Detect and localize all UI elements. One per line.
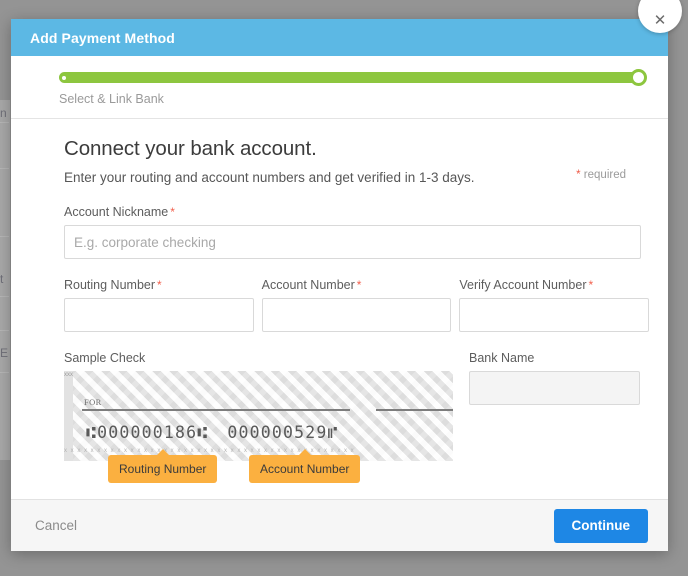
- required-asterisk: *: [170, 205, 175, 219]
- verify-account-number-label: Verify Account Number *: [459, 278, 649, 292]
- check-memo-line: [82, 409, 350, 411]
- check-bottom-marks: x x x x x x x x x x x x x x x x x x x x …: [64, 448, 355, 454]
- background-text-fragment: E: [0, 346, 9, 360]
- account-number-group: Account Number *: [261, 278, 452, 332]
- account-number-label: Account Number *: [262, 278, 452, 292]
- check-for-label: FOR: [84, 397, 102, 407]
- account-nickname-label: Account Nickname *: [64, 205, 641, 219]
- continue-button[interactable]: Continue: [553, 508, 648, 543]
- required-asterisk: *: [356, 278, 362, 292]
- check-and-bank-section: Sample Check xxxxxxxxxxxx FOR ⑆000000186…: [64, 351, 640, 483]
- micr-gap: [208, 423, 227, 442]
- check-signature-line: [376, 409, 453, 411]
- routing-number-callout: Routing Number: [108, 449, 218, 483]
- account-nickname-label-text: Account Nickname: [64, 205, 169, 219]
- bank-name-label: Bank Name: [469, 351, 535, 365]
- sample-check-label: Sample Check: [64, 351, 146, 365]
- close-icon: ✕: [653, 12, 667, 29]
- account-nickname-input[interactable]: [64, 225, 641, 259]
- bank-numbers-row: Routing Number * Account Number * Verify A…: [64, 278, 650, 332]
- required-asterisk: *: [588, 278, 594, 292]
- bank-name-group: Bank Name: [469, 351, 640, 405]
- add-payment-method-modal: ✕ Add Payment Method Select & Link Bank …: [11, 0, 682, 551]
- micr-routing-number: ⑆000000186⑆: [86, 423, 209, 442]
- account-number-input[interactable]: [261, 298, 452, 332]
- sample-check-group: Sample Check xxxxxxxxxxxx FOR ⑆000000186…: [64, 351, 453, 483]
- background-text-fragment: n: [0, 106, 7, 120]
- modal-body: Connect your bank account. Enter your ro…: [11, 119, 668, 499]
- background-divider: [0, 236, 9, 237]
- progress-area: Select & Link Bank: [11, 56, 668, 119]
- routing-number-label: Routing Number *: [64, 278, 254, 292]
- micr-account-number: 000000529⑈: [227, 423, 339, 442]
- background-divider: [0, 372, 9, 373]
- cancel-button[interactable]: Cancel: [35, 518, 77, 533]
- progress-bar[interactable]: [59, 69, 647, 86]
- routing-number-group: Routing Number *: [64, 278, 254, 332]
- modal-title: Add Payment Method: [30, 29, 175, 46]
- routing-number-input[interactable]: [64, 298, 254, 332]
- progress-knob[interactable]: [630, 69, 647, 86]
- background-divider: [0, 330, 9, 331]
- routing-number-label-text: Routing Number: [64, 278, 156, 292]
- verify-account-number-group: Verify Account Number *: [459, 278, 650, 332]
- modal-footer: Cancel Continue: [11, 499, 668, 551]
- account-nickname-group: Account Nickname *: [64, 205, 641, 259]
- background-divider: [0, 168, 9, 169]
- progress-step-label: Select & Link Bank: [59, 92, 164, 106]
- progress-start-dot: [62, 75, 66, 80]
- modal-header: Add Payment Method: [11, 19, 668, 56]
- account-number-label-text: Account Number: [261, 278, 355, 292]
- verify-account-number-label-text: Verify Account Number: [459, 278, 587, 292]
- progress-bar-fill: [59, 72, 644, 83]
- account-number-callout: Account Number: [249, 449, 361, 483]
- required-asterisk: *: [576, 169, 581, 181]
- page-subtitle: Enter your routing and account numbers a…: [64, 170, 475, 185]
- bank-name-input[interactable]: [469, 371, 640, 405]
- background-divider: [0, 296, 9, 297]
- required-note: * required: [576, 169, 626, 181]
- background-divider: [0, 122, 9, 123]
- verify-account-number-input[interactable]: [459, 298, 650, 332]
- headline-row: Connect your bank account. Enter your ro…: [64, 137, 640, 185]
- sample-check-image: xxxxxxxxxxxx FOR ⑆000000186⑆ 000000529⑈ …: [64, 371, 453, 461]
- required-note-text: required: [583, 169, 626, 181]
- check-micr-line: ⑆000000186⑆ 000000529⑈: [86, 423, 339, 442]
- page-title: Connect your bank account.: [64, 137, 317, 160]
- required-asterisk: *: [157, 278, 162, 292]
- background-text-fragment: t: [0, 272, 4, 286]
